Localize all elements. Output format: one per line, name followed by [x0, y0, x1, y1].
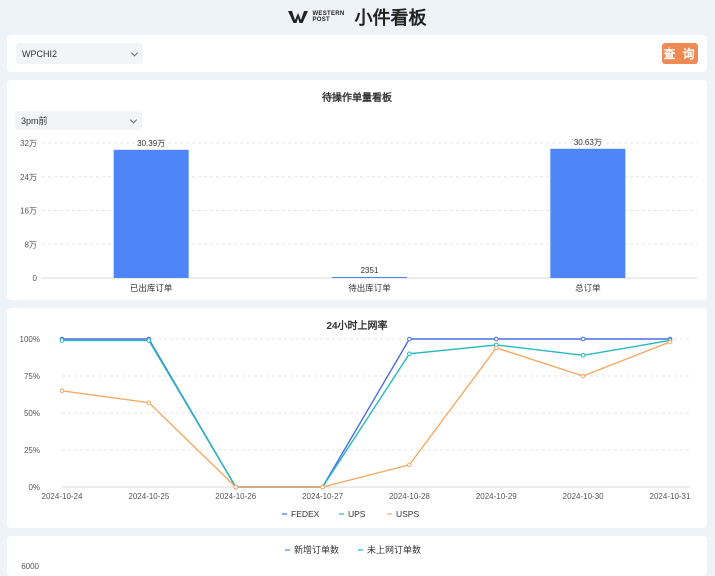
x-tick-label: 已出库订单	[130, 283, 173, 293]
brand-logo: WESTERN POST	[288, 10, 344, 24]
online-rate-panel: 24小时上网率 0% 25% 50% 75% 100% 2024-10-24 2024-10…	[7, 308, 707, 528]
x-tick-label: 2024-10-27	[302, 492, 343, 501]
data-point-usps	[146, 400, 152, 405]
legend-new-orders[interactable]: 新增订单数	[294, 544, 339, 555]
data-point-ups	[59, 338, 65, 343]
pending-orders-panel: 待操作单量看板 3pm前 0 8万 16万 24万 32万 30.39万 已出库订单 2351…	[7, 80, 707, 300]
bar-data-label: 2351	[361, 266, 379, 275]
x-tick-label: 总订单	[575, 283, 601, 293]
data-point-usps	[59, 388, 65, 394]
western-post-logo-icon	[288, 11, 309, 23]
chevron-down-icon	[130, 48, 139, 57]
pending-orders-bar-chart: 0 8万 16万 24万 32万 30.39万已出库订单 2351 待出库订单 30.63万总订…	[20, 138, 697, 293]
y-tick-label: 24万	[20, 173, 37, 182]
legend-not-online-orders[interactable]: 未上网订单数	[367, 544, 421, 555]
data-point-ups	[580, 352, 586, 358]
x-tick-label: 2024-10-29	[476, 492, 517, 501]
data-point-fedex	[407, 336, 412, 342]
x-tick-label: 2024-10-25	[128, 492, 169, 501]
x-tick-label: 2024-10-28	[389, 492, 430, 501]
y-tick-label: 8万	[25, 240, 37, 249]
data-point-usps	[320, 484, 325, 490]
filter-bar: WPCHI2 查 询	[7, 35, 707, 72]
x-tick-label: 2024-10-30	[563, 492, 604, 501]
x-tick-label: 2024-10-24	[42, 492, 83, 501]
query-button[interactable]: 查 询	[662, 43, 698, 64]
series-line-usps	[61, 341, 671, 488]
online-rate-line-chart: 0% 25% 50% 75% 100% 2024-10-24 2024-10-25 2024-…	[20, 335, 691, 519]
y-tick-label: 6000	[21, 562, 39, 571]
x-tick-label: 待出库订单	[348, 283, 391, 293]
bar-1	[113, 149, 189, 278]
legend-item-fedex[interactable]: FEDEX	[291, 509, 320, 519]
warehouse-select[interactable]: WPCHI2	[16, 43, 143, 64]
data-point-ups	[146, 338, 152, 343]
y-tick-label: 100%	[20, 335, 40, 344]
data-point-fedex	[493, 336, 499, 342]
legend-item-ups[interactable]: UPS	[348, 509, 366, 519]
data-point-usps	[667, 339, 673, 345]
warehouse-select-value: WPCHI2	[22, 48, 58, 59]
data-point-usps	[580, 373, 586, 379]
page-title: 小件看板	[354, 8, 427, 28]
data-point-usps	[407, 462, 412, 468]
x-tick-label: 2024-10-31	[650, 492, 691, 501]
x-tick-label: 2024-10-26	[215, 492, 256, 501]
y-tick-label: 25%	[24, 446, 40, 455]
bar-3	[550, 148, 626, 278]
y-tick-label: 0%	[28, 483, 40, 492]
y-tick-label: 32万	[20, 139, 37, 148]
bar-data-label: 30.63万	[574, 138, 602, 147]
data-point-usps	[233, 484, 239, 490]
page-header: WESTERN POST 小件看板	[0, 0, 715, 34]
orders-chart: 新增订单数 未上网订单数 6000	[21, 544, 421, 571]
bar-2	[332, 277, 407, 279]
legend-item-usps[interactable]: USPS	[396, 509, 419, 519]
logo-text: WESTERN POST	[312, 11, 345, 23]
data-point-usps	[493, 345, 499, 351]
data-point-ups	[407, 351, 412, 357]
y-tick-label: 0	[33, 274, 38, 283]
y-tick-label: 50%	[24, 409, 40, 418]
y-tick-label: 75%	[24, 372, 40, 381]
orders-panel: 新增订单数 未上网订单数 6000	[7, 536, 707, 576]
y-tick-label: 16万	[20, 207, 37, 216]
bar-data-label: 30.39万	[137, 139, 165, 148]
data-point-fedex	[580, 336, 586, 342]
